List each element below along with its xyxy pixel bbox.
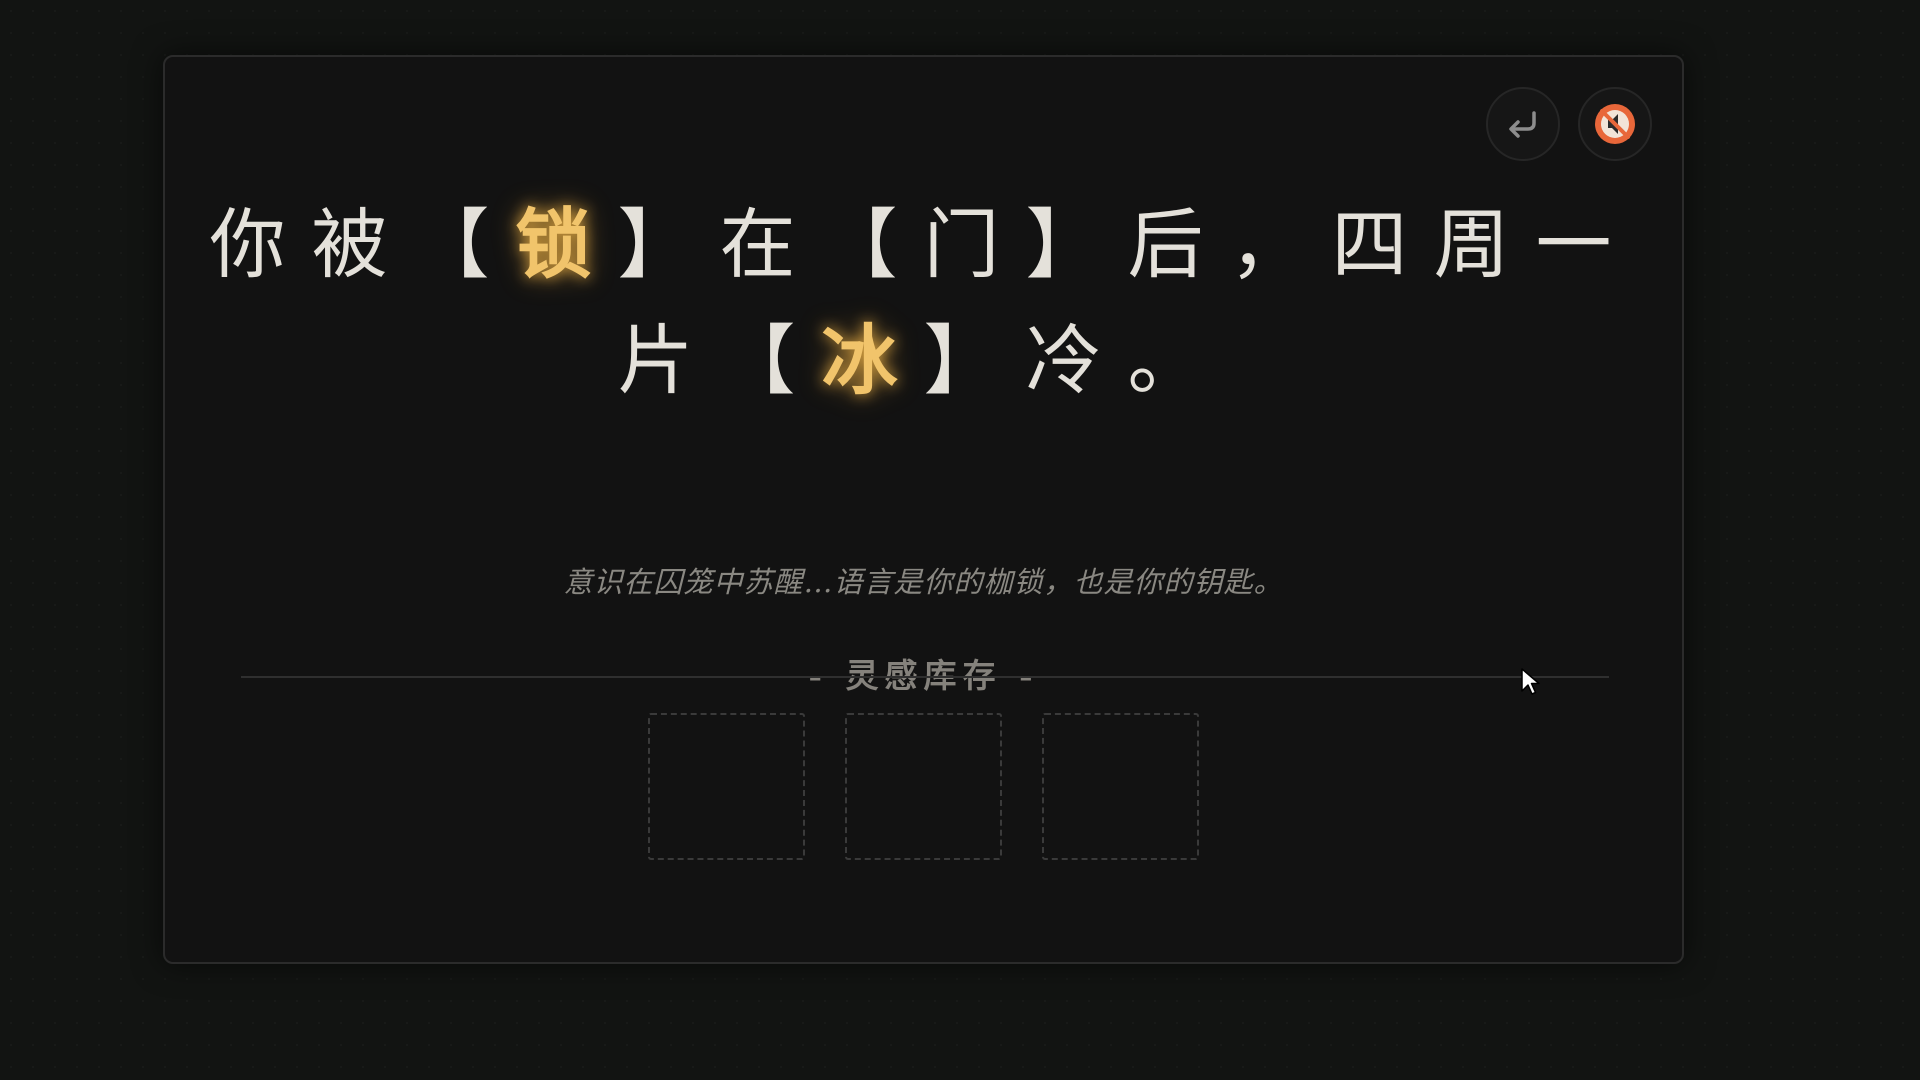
mute-toggle-button[interactable] [1578, 87, 1652, 161]
sentence-text: 片【 [617, 316, 822, 405]
inventory-title: - 灵感库存 - [808, 656, 1039, 695]
inventory-slots [648, 713, 1199, 860]
game-panel: 你被【锁】在【门】后，四周一 片【冰】冷。 意识在囚笼中苏醒…语言是你的枷锁，也… [163, 55, 1684, 964]
undo-button[interactable] [1486, 87, 1560, 161]
keyword-lock[interactable]: 锁 [516, 200, 618, 289]
sentence-text: 】冷。 [923, 316, 1230, 405]
inventory-slot[interactable] [1042, 713, 1199, 860]
muted-speaker-icon [1595, 104, 1635, 144]
puzzle-sentence: 你被【锁】在【门】后，四周一 片【冰】冷。 [165, 187, 1682, 419]
divider [241, 676, 1609, 678]
top-controls [1486, 87, 1652, 161]
inventory-slot[interactable] [845, 713, 1002, 860]
sentence-text: 你被【 [209, 200, 516, 289]
sentence-text: 】在【门】后，四周一 [617, 200, 1638, 289]
sentence-line-1: 你被【锁】在【门】后，四周一 [165, 187, 1682, 303]
sentence-line-2: 片【冰】冷。 [165, 303, 1682, 419]
keyword-ice[interactable]: 冰 [822, 316, 924, 405]
undo-arrow-icon [1509, 111, 1536, 138]
subtitle-hint: 意识在囚笼中苏醒…语言是你的枷锁，也是你的钥匙。 [563, 565, 1284, 599]
mouse-cursor-icon [1521, 668, 1540, 695]
inventory-slot[interactable] [648, 713, 805, 860]
